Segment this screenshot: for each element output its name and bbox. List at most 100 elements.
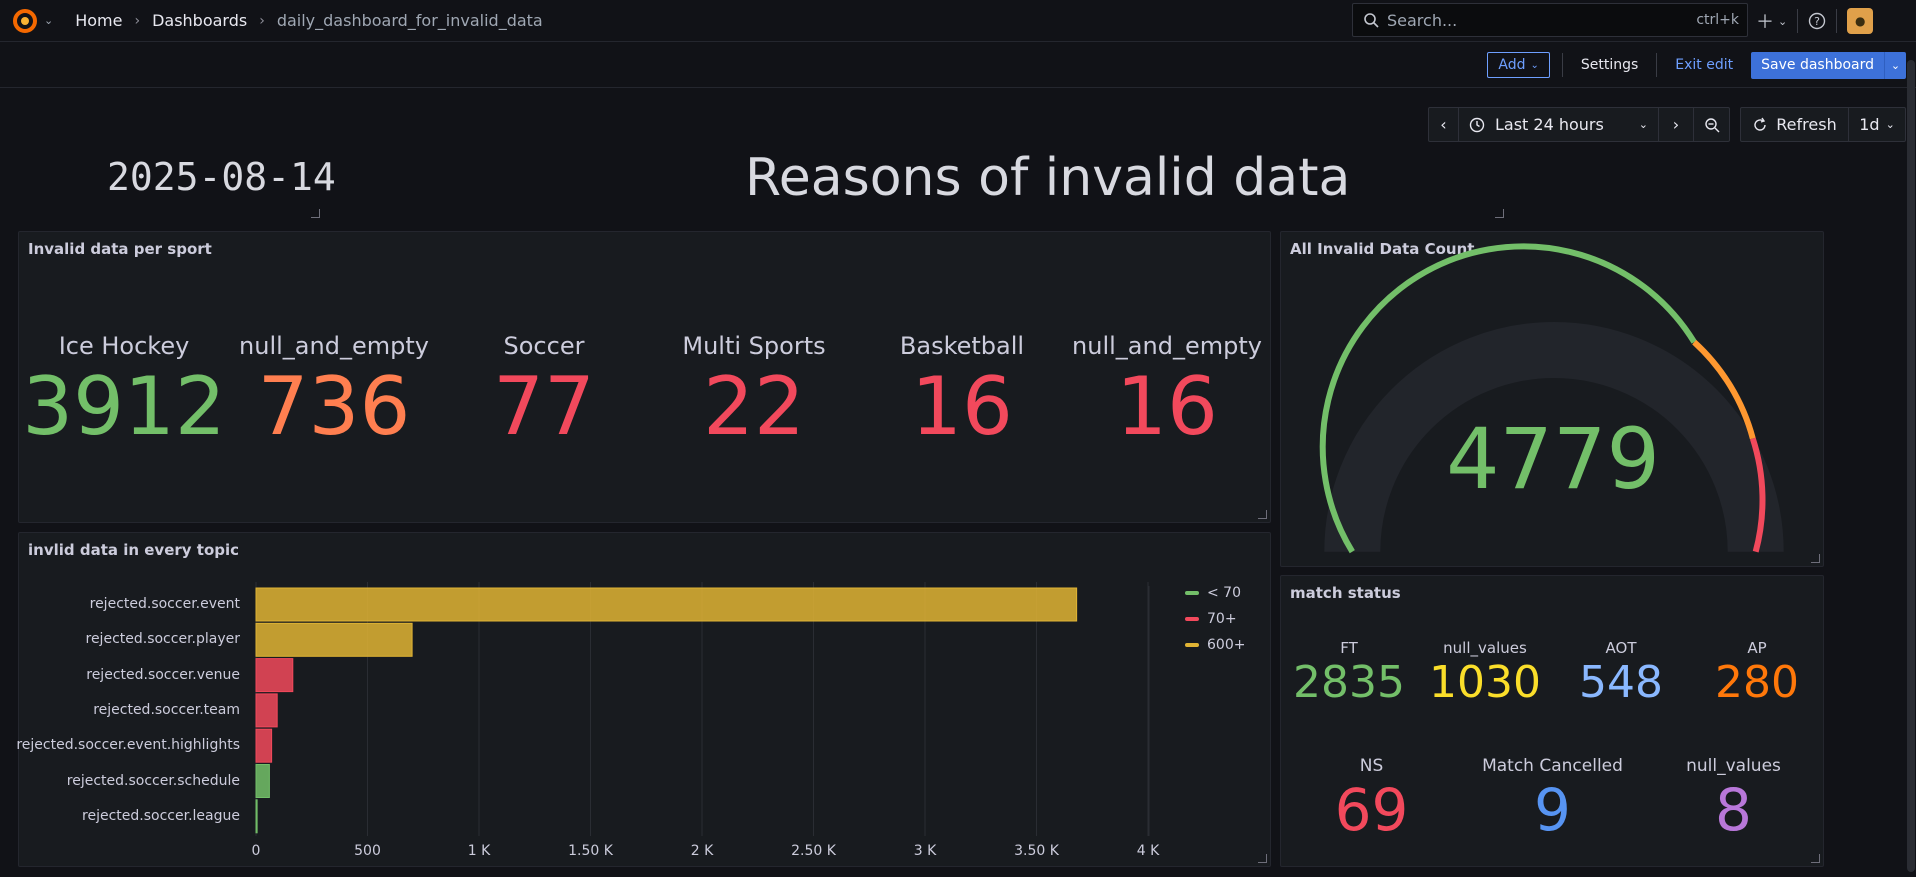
dashboard-heading: Reasons of invalid data [745,148,1351,208]
time-range-button[interactable]: Last 24 hours ⌄ [1459,108,1659,141]
x-tick-label: 1.50 K [568,843,613,859]
refresh-interval-label: 1d [1859,115,1880,134]
add-button-label: Add [1498,57,1526,73]
x-tick-label: 2.50 K [791,843,836,859]
panel-title: match status [1290,584,1401,602]
time-back-icon[interactable]: ‹ [1429,108,1459,141]
legend-label: < 70 [1207,585,1241,601]
panel-title: invlid data in every topic [28,541,240,559]
legend-label: 70+ [1207,611,1237,627]
page-scrollbar[interactable] [1907,60,1915,872]
stat-basketball: Basketball 16 [857,332,1067,453]
stat-label: AP [1747,639,1767,657]
stat-label: Basketball [899,332,1025,360]
x-tick-label: 4 K [1136,843,1160,859]
resize-handle[interactable] [1258,854,1267,863]
stat-value: 22 [703,360,805,453]
breadcrumb-dashboards[interactable]: Dashboards [152,11,247,30]
stat-value: 3912 [22,360,226,453]
add-button[interactable]: Add ⌄ [1487,52,1550,78]
bar-category-label: rejected.soccer.schedule [66,772,240,789]
help-icon[interactable]: ? [1808,12,1826,30]
bar-category-label: rejected.soccer.event [89,596,240,612]
save-dashboard-button[interactable]: Save dashboard [1751,51,1884,79]
all-invalid-data-count-panel: All Invalid Data Count 4779 [1280,231,1824,567]
bar-category-label: rejected.soccer.team [93,701,240,718]
x-tick-label: 2 K [690,843,714,859]
stat-value: 1030 [1429,657,1541,708]
breadcrumb-home[interactable]: Home [75,11,122,30]
legend-item[interactable]: 70+ [1185,611,1237,627]
resize-handle[interactable] [311,209,320,218]
legend-item[interactable]: < 70 [1185,585,1241,601]
chevron-down-icon: ⌄ [1530,59,1539,71]
stat-ice-hockey: Ice Hockey 3912 [19,332,229,453]
stat-value: 8 [1715,776,1752,844]
x-tick-label: 500 [354,843,381,859]
bar-category-label: rejected.soccer.league [82,807,240,824]
settings-button[interactable]: Settings [1563,52,1656,78]
stat-value: 69 [1334,776,1409,844]
legend-swatch [1185,643,1199,647]
stat-match-cancelled: Match Cancelled 9 [1462,756,1643,844]
refresh-icon [1754,117,1766,131]
divider [1797,9,1799,33]
top-navbar: ⌄ Home › Dashboards › daily_dashboard_fo… [0,0,1916,42]
legend-item[interactable]: 600+ [1185,637,1245,653]
stat-label: null_values [1443,639,1527,657]
resize-handle[interactable] [1811,554,1820,563]
refresh-interval-select[interactable]: 1d ⌄ [1849,108,1905,141]
stat-label: NS [1359,756,1384,776]
edit-toolbar: Add ⌄ Settings Exit edit Save dashboard ⌄ [0,43,1916,88]
gauge-chart [1319,243,1784,554]
svg-text:?: ? [1814,15,1820,28]
search-shortcut: ctrl+k [1696,12,1739,28]
bar-category-label: rejected.soccer.venue [86,666,240,683]
time-picker: ‹ Last 24 hours ⌄ › [1428,107,1730,142]
legend-swatch [1185,617,1199,621]
stat-null-values-2: null_values 8 [1643,756,1824,844]
stat-multi-sports: Multi Sports 22 [649,332,859,453]
save-options-chevron-icon[interactable]: ⌄ [1884,51,1906,79]
plus-icon[interactable]: ＋ ⌄ [1756,8,1787,34]
avatar[interactable]: ● [1847,8,1874,34]
stat-value: 77 [493,360,595,453]
time-forward-icon[interactable]: › [1659,108,1694,141]
search-input[interactable]: Search... ctrl+k [1352,3,1748,37]
stat-label: Match Cancelled [1482,756,1623,776]
stat-label: Ice Hockey [58,332,190,360]
resize-handle[interactable] [1258,510,1267,519]
stat-ns: NS 69 [1281,756,1462,844]
chevron-down-icon: ⌄ [1885,118,1895,131]
stat-label: Multi Sports [682,332,826,360]
date-text-panel: 2025-08-14 [107,155,336,199]
stat-label: FT [1340,639,1358,657]
exit-edit-button[interactable]: Exit edit [1657,52,1751,78]
bar-category-label: rejected.soccer.event.highlights [16,737,240,754]
resize-handle[interactable] [1495,209,1504,218]
chevron-down-icon[interactable]: ⌄ [44,14,53,27]
stat-value: 2835 [1293,657,1405,708]
stat-label: null_and_empty [1072,332,1262,360]
resize-handle[interactable] [1811,854,1820,863]
zoom-out-icon[interactable] [1694,108,1729,141]
x-tick-label: 1 K [467,843,491,859]
grafana-logo-icon[interactable] [10,6,40,36]
stat-label: AOT [1605,639,1637,657]
divider [1836,9,1838,33]
refresh-button[interactable]: Refresh [1741,108,1849,141]
x-tick-label: 0 [251,843,261,859]
stat-value: 280 [1715,657,1799,708]
chevron-right-icon: › [134,12,141,29]
match-status-panel: match status FT 2835 null_values 1030 AO… [1280,575,1824,867]
stat-label: Soccer [503,332,585,360]
stat-label: null_values [1686,756,1781,776]
stat-label: null_and_empty [239,332,429,360]
invalid-data-per-sport-panel: Invalid data per sport Ice Hockey 3912 n… [18,231,1271,523]
refresh-picker: Refresh 1d ⌄ [1740,107,1906,142]
stat-soccer: Soccer 77 [439,332,649,453]
bar-category-label: rejected.soccer.player [85,631,241,648]
stat-value: 16 [911,360,1013,453]
chevron-down-icon: ⌄ [1638,118,1648,131]
stat-ft: FT 2835 [1281,639,1417,708]
